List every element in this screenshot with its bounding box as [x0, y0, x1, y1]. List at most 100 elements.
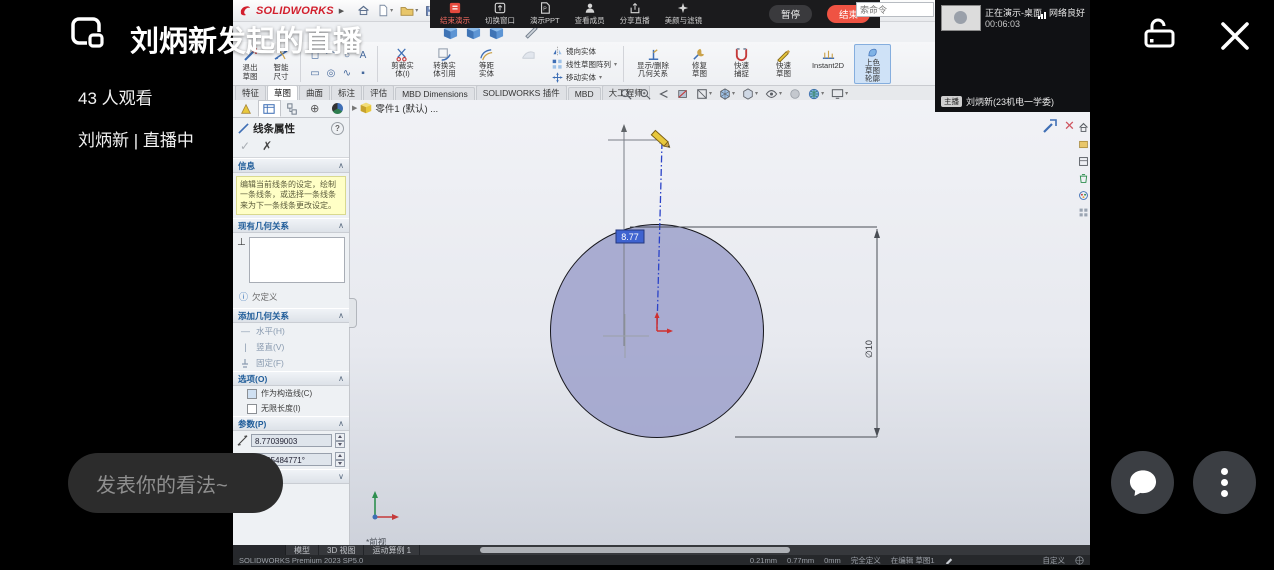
model-tab[interactable]: 模型	[286, 545, 319, 555]
taskpane-recycle-icon[interactable]	[1078, 173, 1089, 184]
new-document-button[interactable]: ▾	[377, 4, 393, 17]
feature-tree-root[interactable]: ▶ 零件1 (默认) ...	[352, 101, 438, 115]
pm-section-info[interactable]: 信息∧	[233, 158, 349, 173]
present-ppt-button[interactable]: P 演示PPT	[530, 2, 560, 26]
quick-sketch-button[interactable]: 快速 草图	[765, 44, 802, 84]
slot-tool[interactable]: ▭	[310, 68, 319, 79]
option-infinite-length[interactable]: 无限长度(I)	[233, 401, 349, 416]
previous-view-icon[interactable]	[658, 88, 670, 100]
command-search-input[interactable]: 索命令	[856, 2, 934, 17]
repair-sketch-button[interactable]: 修复 草图	[681, 44, 718, 84]
length-spinner[interactable]	[335, 433, 345, 448]
pm-section-options[interactable]: 选项(O)∧	[233, 371, 349, 386]
display-relations-button[interactable]: 显示/删除 几何关系	[630, 44, 676, 84]
pm-tab-dimxpert[interactable]: ⊕	[303, 100, 326, 117]
length-input[interactable]: 8.77039003	[251, 434, 332, 447]
pm-header: 线条属性 ?	[233, 118, 349, 138]
open-document-button[interactable]: ▾	[400, 5, 418, 17]
point-tool[interactable]: ▪	[361, 68, 365, 79]
length-parameter-row: 8.77039003	[233, 431, 349, 450]
3d-drawing-view-icon[interactable]: ▾	[696, 88, 712, 100]
graphics-viewport[interactable]: 8.77 ∅10	[350, 100, 1090, 545]
pm-section-add-relations[interactable]: 添加几何关系∧	[233, 308, 349, 323]
tab-mbd[interactable]: MBD	[568, 87, 601, 100]
mirror-entities-button[interactable]: 镜向实体	[552, 46, 617, 57]
pm-tab-bar: ⊕	[233, 100, 349, 118]
instant2d-button[interactable]: Instant2D	[807, 44, 849, 84]
angle-spinner[interactable]	[335, 452, 345, 467]
infinite-checkbox[interactable]	[247, 404, 257, 414]
tab-evaluate[interactable]: 评估	[363, 85, 394, 100]
horizontal-scrollbar-thumb[interactable]	[480, 547, 790, 553]
share-live-button[interactable]: 分享直播	[620, 2, 650, 26]
view-settings-icon[interactable]: ▾	[831, 88, 848, 100]
logo-expand-arrow-icon[interactable]: ▶	[339, 7, 344, 15]
pm-tab-configurations[interactable]	[281, 100, 304, 117]
close-icon[interactable]	[1218, 19, 1252, 53]
tab-addins[interactable]: SOLIDWORKS 插件	[476, 85, 567, 100]
construction-checkbox[interactable]	[247, 389, 257, 399]
convert-entities-button[interactable]: 转换实 体引用	[426, 44, 463, 84]
taskpane-file-explorer-icon[interactable]	[1078, 156, 1089, 167]
tab-features[interactable]: 特征	[235, 85, 266, 100]
pm-tab-display-manager[interactable]	[326, 100, 349, 117]
end-presentation-button[interactable]: 结束演示	[440, 2, 470, 26]
pm-relations-list[interactable]	[249, 237, 345, 283]
pm-ok-button[interactable]: ✓	[240, 139, 250, 153]
screen-cast-icon[interactable]	[70, 16, 110, 54]
section-view-icon[interactable]	[677, 88, 689, 100]
tree-expand-arrow-icon[interactable]: ▶	[352, 104, 357, 112]
panel-splitter-handle[interactable]	[349, 298, 357, 328]
tab-annotate[interactable]: 标注	[331, 85, 362, 100]
view-members-button[interactable]: 查看成员	[575, 2, 605, 26]
pm-tab-properties[interactable]	[258, 100, 281, 117]
pm-tab-feature[interactable]	[235, 100, 258, 117]
exit-sketch-corner-icon[interactable]	[1042, 118, 1058, 134]
pm-section-parameters[interactable]: 参数(P)∧	[233, 416, 349, 431]
polygon-tool[interactable]: ◎	[327, 68, 336, 79]
quick-snaps-button[interactable]: 快速 捕捉	[723, 44, 760, 84]
beauty-filter-button[interactable]: 美颜与滤镜	[665, 2, 703, 26]
option-construction-line[interactable]: 作为构造线(C)	[233, 386, 349, 401]
pause-button[interactable]: 暂停	[769, 5, 812, 23]
taskpane-custom-properties-icon[interactable]	[1078, 207, 1089, 218]
taskpane-home-icon[interactable]	[1078, 122, 1089, 133]
rotation-lock-icon[interactable]	[1139, 17, 1179, 53]
display-style-icon[interactable]: ▾	[742, 88, 758, 100]
view-orientation-icon[interactable]: ▾	[719, 88, 735, 100]
zoom-area-icon[interactable]	[639, 88, 651, 100]
tab-sketch[interactable]: 草图	[267, 85, 298, 100]
apply-scene-icon[interactable]: ▾	[808, 88, 824, 100]
more-options-button[interactable]	[1193, 451, 1256, 514]
host-name: 刘炳新(23机电一学委)	[966, 95, 1054, 108]
tab-scroll-control[interactable]	[233, 545, 286, 555]
trim-entities-button[interactable]: 剪裁实 体(I)	[384, 44, 421, 84]
relation-vertical[interactable]: |竖直(V)	[233, 339, 349, 355]
zoom-fit-icon[interactable]	[620, 88, 632, 100]
linear-pattern-button[interactable]: 线性草图阵列 ▾	[552, 59, 617, 70]
tab-mbd-dimensions[interactable]: MBD Dimensions	[395, 87, 475, 100]
shaded-sketch-contours-button[interactable]: 上色 草图 轮廓	[854, 44, 891, 84]
relation-horizontal[interactable]: —水平(H)	[233, 323, 349, 339]
taskpane-design-library-icon[interactable]	[1078, 139, 1089, 150]
pm-cancel-button[interactable]: ✗	[262, 139, 272, 153]
presenting-preview-panel[interactable]: 正在演示-桌面 00:06:03 网络良好 主播 刘炳新(23机电一学委)	[935, 0, 1090, 112]
3d-views-tab[interactable]: 3D 视图	[319, 545, 364, 555]
chat-button[interactable]	[1111, 451, 1174, 514]
pm-help-button[interactable]: ?	[331, 122, 344, 135]
motion-study-tab[interactable]: 运动算例 1	[364, 545, 420, 555]
hide-show-items-icon[interactable]: ▾	[765, 88, 782, 100]
tab-surfaces[interactable]: 曲面	[299, 85, 330, 100]
move-entities-button[interactable]: 移动实体 ▾	[552, 72, 617, 83]
spline-tool[interactable]: ∿	[343, 68, 351, 79]
switch-window-button[interactable]: 切换窗口	[485, 2, 515, 26]
pm-section-existing-relations[interactable]: 现有几何关系∧	[233, 218, 349, 233]
status-globe-icon[interactable]	[1075, 556, 1084, 565]
offset-entities-button[interactable]: 等距 实体	[468, 44, 505, 84]
customize-button[interactable]: 自定义	[1043, 555, 1066, 566]
home-button[interactable]	[357, 4, 370, 17]
relation-fix[interactable]: 固定(F)	[233, 355, 349, 371]
cancel-sketch-corner-icon[interactable]: ✕	[1064, 118, 1075, 134]
taskpane-appearances-icon[interactable]	[1078, 190, 1089, 201]
comment-input[interactable]: 发表你的看法~	[68, 453, 283, 513]
